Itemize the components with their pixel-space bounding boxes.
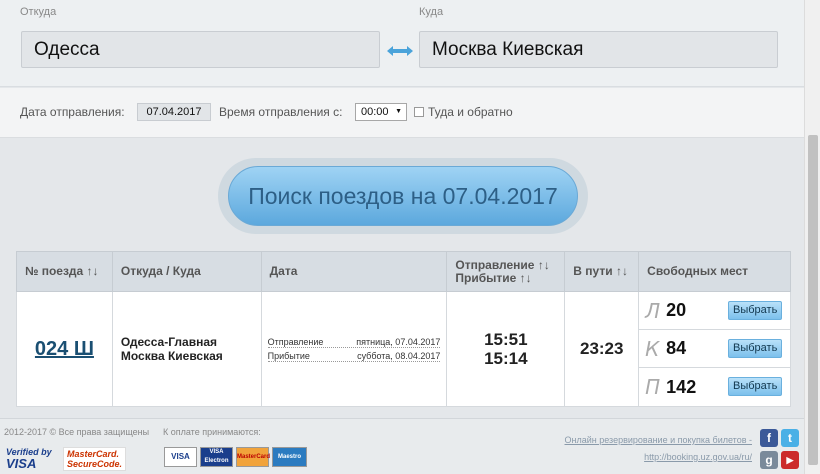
verified-line2: VISA — [6, 456, 37, 471]
select-lux-button[interactable]: Выбрать — [728, 301, 783, 320]
to-label: Куда — [419, 6, 444, 18]
page-content: Откуда Куда Одесса Москва Киевская Дата … — [0, 0, 804, 474]
table-row: 024 Ш Одесса-Главная Москва Киевская Отп… — [16, 291, 791, 407]
train-number-cell: 024 Ш — [16, 291, 113, 407]
header-free-seats: Свободных мест — [638, 251, 791, 292]
travel-time: 23:23 — [564, 291, 640, 407]
visa-card-icon: VISA — [164, 447, 197, 467]
seat-type-lux: Л — [645, 298, 661, 323]
route-from: Одесса-Главная — [120, 335, 218, 349]
header-travel-time[interactable]: В пути ↑↓ — [564, 251, 640, 292]
booking-url-link[interactable]: http://booking.uz.gov.ua/ru/ — [644, 452, 752, 462]
to-station-input[interactable]: Москва Киевская — [419, 31, 778, 68]
time-value: 00:00 — [361, 106, 389, 118]
securecode-line1: MasterCard. — [67, 449, 120, 459]
visa-electron-card-icon: VISA Electron — [200, 447, 233, 467]
seat-type-coupe: К — [645, 336, 660, 361]
select-platzkart-button[interactable]: Выбрать — [728, 377, 783, 396]
departure-date-value: пятница, 07.04.2017 — [356, 337, 441, 347]
payment-label: К оплате принимаются: — [163, 427, 261, 437]
header-dep-arr[interactable]: Отправление ↑↓ Прибытие ↑↓ — [446, 251, 566, 292]
swap-arrows-icon[interactable] — [386, 44, 414, 58]
seat-count-lux: 20 — [666, 300, 687, 320]
departure-date-label: Отправление — [267, 337, 324, 347]
header-arrival[interactable]: Прибытие ↑↓ — [455, 271, 556, 285]
mastercard-card-icon: MasterCard — [236, 447, 270, 467]
train-number-link[interactable]: 024 Ш — [35, 338, 94, 360]
route-cell: Одесса-Главная Москва Киевская — [111, 291, 262, 407]
trains-table: № поезда ↑↓ Откуда / Куда Дата Отправлен… — [16, 251, 791, 407]
table-header-row: № поезда ↑↓ Откуда / Куда Дата Отправлен… — [16, 251, 791, 292]
mastercard-securecode-logo: MasterCard. SecureCode. — [63, 447, 127, 471]
arrival-date-value: суббота, 08.04.2017 — [357, 351, 441, 361]
youtube-icon[interactable]: ▶ — [781, 451, 799, 469]
seat-row-lux: Л 20 Выбрать — [639, 292, 790, 330]
twitter-icon[interactable]: t — [781, 429, 799, 447]
seat-row-coupe: К 84 Выбрать — [639, 330, 790, 368]
route-to: Москва Киевская — [120, 349, 223, 363]
verified-by-visa-logo: Verified by VISA — [6, 447, 52, 470]
roundtrip-checkbox[interactable] — [414, 107, 424, 117]
securecode-line2: SecureCode. — [67, 459, 123, 469]
date-label: Дата отправления: — [20, 105, 125, 119]
scrollbar-thumb[interactable] — [808, 135, 818, 465]
header-date: Дата — [260, 251, 448, 292]
chevron-down-icon: ▼ — [395, 108, 402, 115]
arrival-time: 15:14 — [484, 349, 528, 368]
arrival-date-line: Прибытие суббота, 08.04.2017 — [267, 350, 441, 362]
seat-count-platzkart: 142 — [666, 376, 697, 397]
departure-time: 15:51 — [484, 330, 528, 349]
copyright-text: 2012-2017 © Все права защищены — [4, 427, 150, 437]
search-trains-button[interactable]: Поиск поездов на 07.04.2017 — [228, 166, 578, 226]
time-label: Время отправления с: — [219, 105, 343, 119]
date-cell: Отправление пятница, 07.04.2017 Прибытие… — [260, 291, 448, 407]
maestro-card-icon: Maestro — [272, 447, 307, 467]
header-route: Откуда / Куда — [111, 251, 262, 292]
from-station-input[interactable]: Одесса — [21, 31, 380, 68]
seat-row-platzkart: П 142 Выбрать — [639, 368, 790, 406]
roundtrip-label: Туда и обратно — [428, 105, 513, 119]
from-label: Откуда — [20, 6, 57, 18]
departure-date-line: Отправление пятница, 07.04.2017 — [267, 336, 441, 348]
date-input[interactable]: 07.04.2017 — [137, 103, 211, 121]
google-icon[interactable]: g — [760, 451, 778, 469]
header-departure[interactable]: Отправление ↑↓ — [455, 258, 556, 272]
seats-cell: Л 20 Выбрать К 84 Выбрать П 142 Выбрать — [638, 291, 791, 407]
select-coupe-button[interactable]: Выбрать — [728, 339, 783, 358]
header-train-number[interactable]: № поезда ↑↓ — [16, 251, 113, 292]
seat-type-platzkart: П — [645, 375, 661, 399]
time-select[interactable]: 00:00 ▼ — [355, 103, 407, 121]
booking-text-link[interactable]: Онлайн резервирование и покупка билетов … — [565, 435, 753, 445]
time-cell: 15:51 15:14 — [446, 291, 566, 407]
arrival-date-label: Прибытие — [267, 351, 310, 361]
facebook-icon[interactable]: f — [760, 429, 778, 447]
scrollbar[interactable] — [804, 0, 820, 474]
seat-count-coupe: 84 — [666, 338, 687, 358]
